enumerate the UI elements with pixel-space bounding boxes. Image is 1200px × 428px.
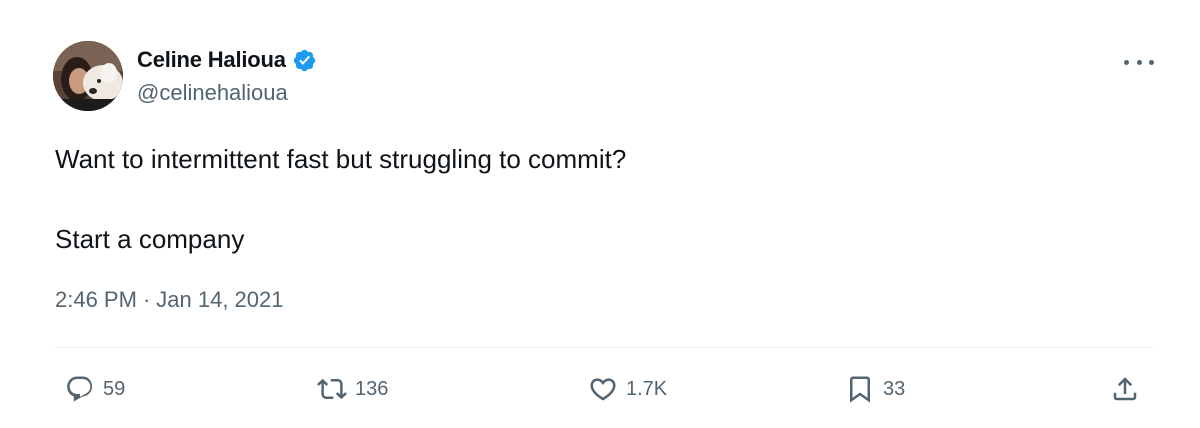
tweet-timestamp[interactable]: 2:46 PM · Jan 14, 2021 [55, 287, 284, 313]
like-button[interactable]: 1.7K [588, 366, 667, 412]
action-bar: 59 136 1.7K 33 [55, 366, 1154, 412]
reply-icon [65, 374, 95, 404]
timestamp-separator: · [142, 287, 151, 312]
tweet-date: Jan 14, 2021 [156, 287, 284, 312]
reply-button[interactable]: 59 [65, 366, 125, 412]
author-name-row: Celine Halioua [137, 42, 317, 78]
author-handle[interactable]: @celinehalioua [137, 80, 288, 106]
bookmark-button[interactable]: 33 [845, 366, 905, 412]
more-options-icon[interactable] [1124, 52, 1154, 72]
retweet-count: 136 [355, 377, 389, 400]
tweet-card: Celine Halioua @celinehalioua Want to in… [0, 0, 1200, 428]
tweet-time: 2:46 PM [55, 287, 137, 312]
avatar[interactable] [53, 41, 123, 111]
tweet-text: Want to intermittent fast but struggling… [55, 139, 626, 259]
share-icon [1110, 374, 1140, 404]
share-button[interactable] [1110, 366, 1140, 412]
divider [55, 347, 1154, 348]
like-count: 1.7K [626, 377, 668, 400]
bookmark-count: 33 [883, 377, 906, 400]
heart-icon [588, 374, 618, 404]
retweet-button[interactable]: 136 [317, 366, 388, 412]
reply-count: 59 [103, 377, 126, 400]
author-display-name[interactable]: Celine Halioua [137, 47, 286, 73]
tweet-text-line: Start a company [55, 224, 245, 254]
tweet-text-line: Want to intermittent fast but struggling… [55, 144, 627, 174]
verified-badge-icon [292, 48, 317, 73]
bookmark-icon [845, 374, 875, 404]
retweet-icon [317, 374, 347, 404]
